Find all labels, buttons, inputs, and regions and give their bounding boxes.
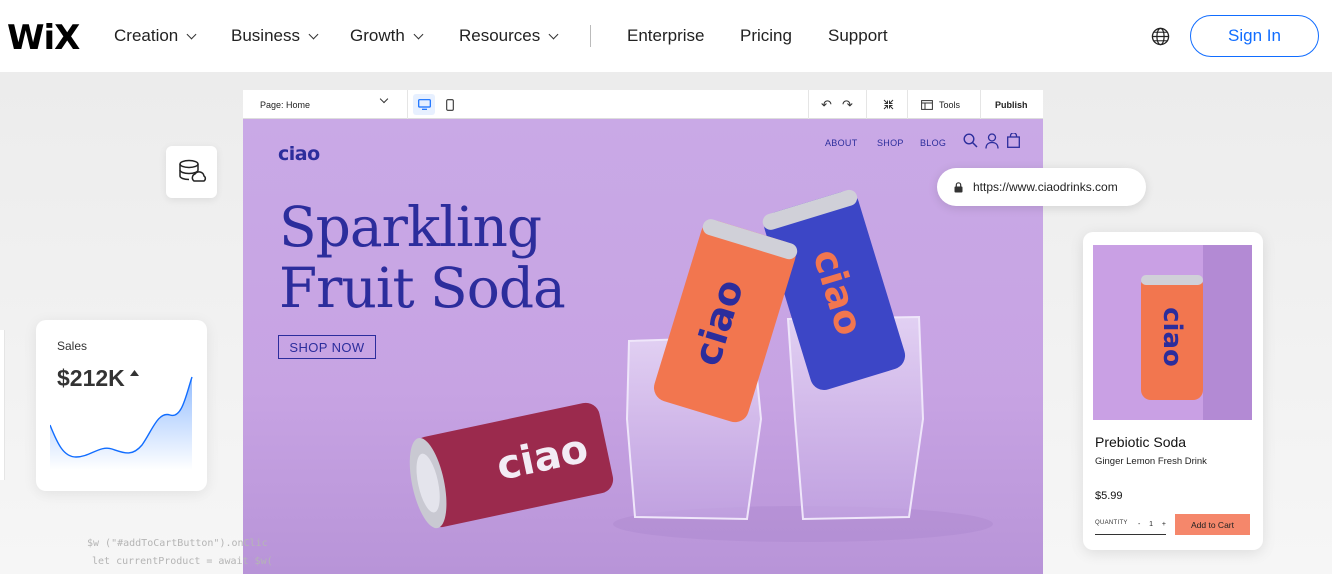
- nav-item-business[interactable]: Business: [231, 26, 319, 46]
- product-price: $5.99: [1095, 490, 1123, 502]
- decrement-button[interactable]: -: [1138, 521, 1140, 528]
- nav-item-resources[interactable]: Resources: [459, 26, 559, 46]
- quantity-stepper[interactable]: - 1 +: [1138, 517, 1166, 531]
- code-line-1: $w ("#addToCartButton").onClic: [87, 538, 268, 549]
- quantity-label: QUANTITY: [1095, 520, 1128, 526]
- page-selector[interactable]: Page: Home: [243, 90, 408, 119]
- nav-label: Growth: [350, 26, 405, 45]
- nav-item-pricing[interactable]: Pricing: [740, 26, 792, 46]
- chevron-down-icon: [308, 29, 319, 39]
- desktop-view-button[interactable]: [413, 94, 435, 115]
- database-card: [166, 146, 217, 198]
- nav-item-creation[interactable]: Creation: [114, 26, 197, 46]
- tools-icon: [921, 99, 933, 110]
- product-can-text: ciao: [1157, 307, 1187, 367]
- desktop-icon: [417, 99, 431, 110]
- toolbar-divider: [866, 90, 867, 119]
- lock-icon: [954, 181, 963, 192]
- nav-label: Resources: [459, 26, 541, 45]
- chevron-down-icon: [379, 94, 389, 104]
- site-preview: ciao ABOUT SHOP BLOG Sparkling Fruit Sod…: [243, 119, 1043, 574]
- tools-label: Tools: [939, 99, 961, 110]
- product-can-image: ciao: [1093, 245, 1252, 420]
- wix-logo[interactable]: WiX: [7, 18, 80, 58]
- zoom-out-icon[interactable]: [883, 99, 894, 110]
- url-text: https://www.ciaodrinks.com: [973, 180, 1118, 194]
- nav-label: Creation: [114, 26, 179, 45]
- sales-card: Sales $212K: [36, 320, 207, 491]
- url-bar[interactable]: https://www.ciaodrinks.com: [937, 168, 1146, 206]
- partial-card: [0, 330, 5, 480]
- undo-icon[interactable]: ↶: [821, 97, 832, 113]
- globe-icon[interactable]: [1151, 27, 1170, 46]
- chevron-down-icon: [548, 29, 559, 39]
- nav-label: Business: [231, 26, 300, 45]
- editor-toolbar: Page: Home ↶ ↷ Tools Publish: [243, 90, 1043, 119]
- nav-item-support[interactable]: Support: [828, 26, 888, 46]
- product-subtitle: Ginger Lemon Fresh Drink: [1095, 456, 1207, 467]
- toolbar-divider: [980, 90, 981, 119]
- nav-divider: [590, 25, 591, 47]
- toolbar-divider: [907, 90, 908, 119]
- chevron-down-icon: [413, 29, 424, 39]
- redo-icon[interactable]: ↷: [842, 97, 853, 113]
- mobile-view-button[interactable]: [441, 94, 459, 115]
- quantity-underline: [1095, 534, 1166, 535]
- toolbar-divider: [808, 90, 809, 119]
- nav-item-growth[interactable]: Growth: [350, 26, 424, 46]
- quantity-value: 1: [1149, 520, 1154, 528]
- publish-button[interactable]: Publish: [995, 90, 1028, 119]
- product-name: Prebiotic Soda: [1095, 434, 1187, 450]
- add-to-cart-button[interactable]: Add to Cart: [1175, 514, 1250, 535]
- product-card: ciao Prebiotic Soda Ginger Lemon Fresh D…: [1083, 232, 1263, 550]
- mobile-icon: [446, 98, 454, 111]
- tools-button[interactable]: Tools: [921, 90, 960, 119]
- code-line-2: let currentProduct = await $w(: [92, 556, 273, 567]
- nav-item-enterprise[interactable]: Enterprise: [627, 26, 704, 46]
- top-navigation: WiX Creation Business Growth Resources E…: [0, 0, 1332, 72]
- sales-sparkline: [50, 376, 193, 470]
- hero-product-image: ciao ciao ciao: [409, 189, 993, 542]
- page-selector-label: Page: Home: [260, 99, 311, 110]
- product-image[interactable]: ciao: [1093, 245, 1252, 420]
- chevron-down-icon: [186, 29, 197, 39]
- sales-label: Sales: [57, 339, 88, 353]
- database-icon: [178, 159, 206, 182]
- sign-in-button[interactable]: Sign In: [1190, 15, 1319, 57]
- increment-button[interactable]: +: [1162, 521, 1166, 528]
